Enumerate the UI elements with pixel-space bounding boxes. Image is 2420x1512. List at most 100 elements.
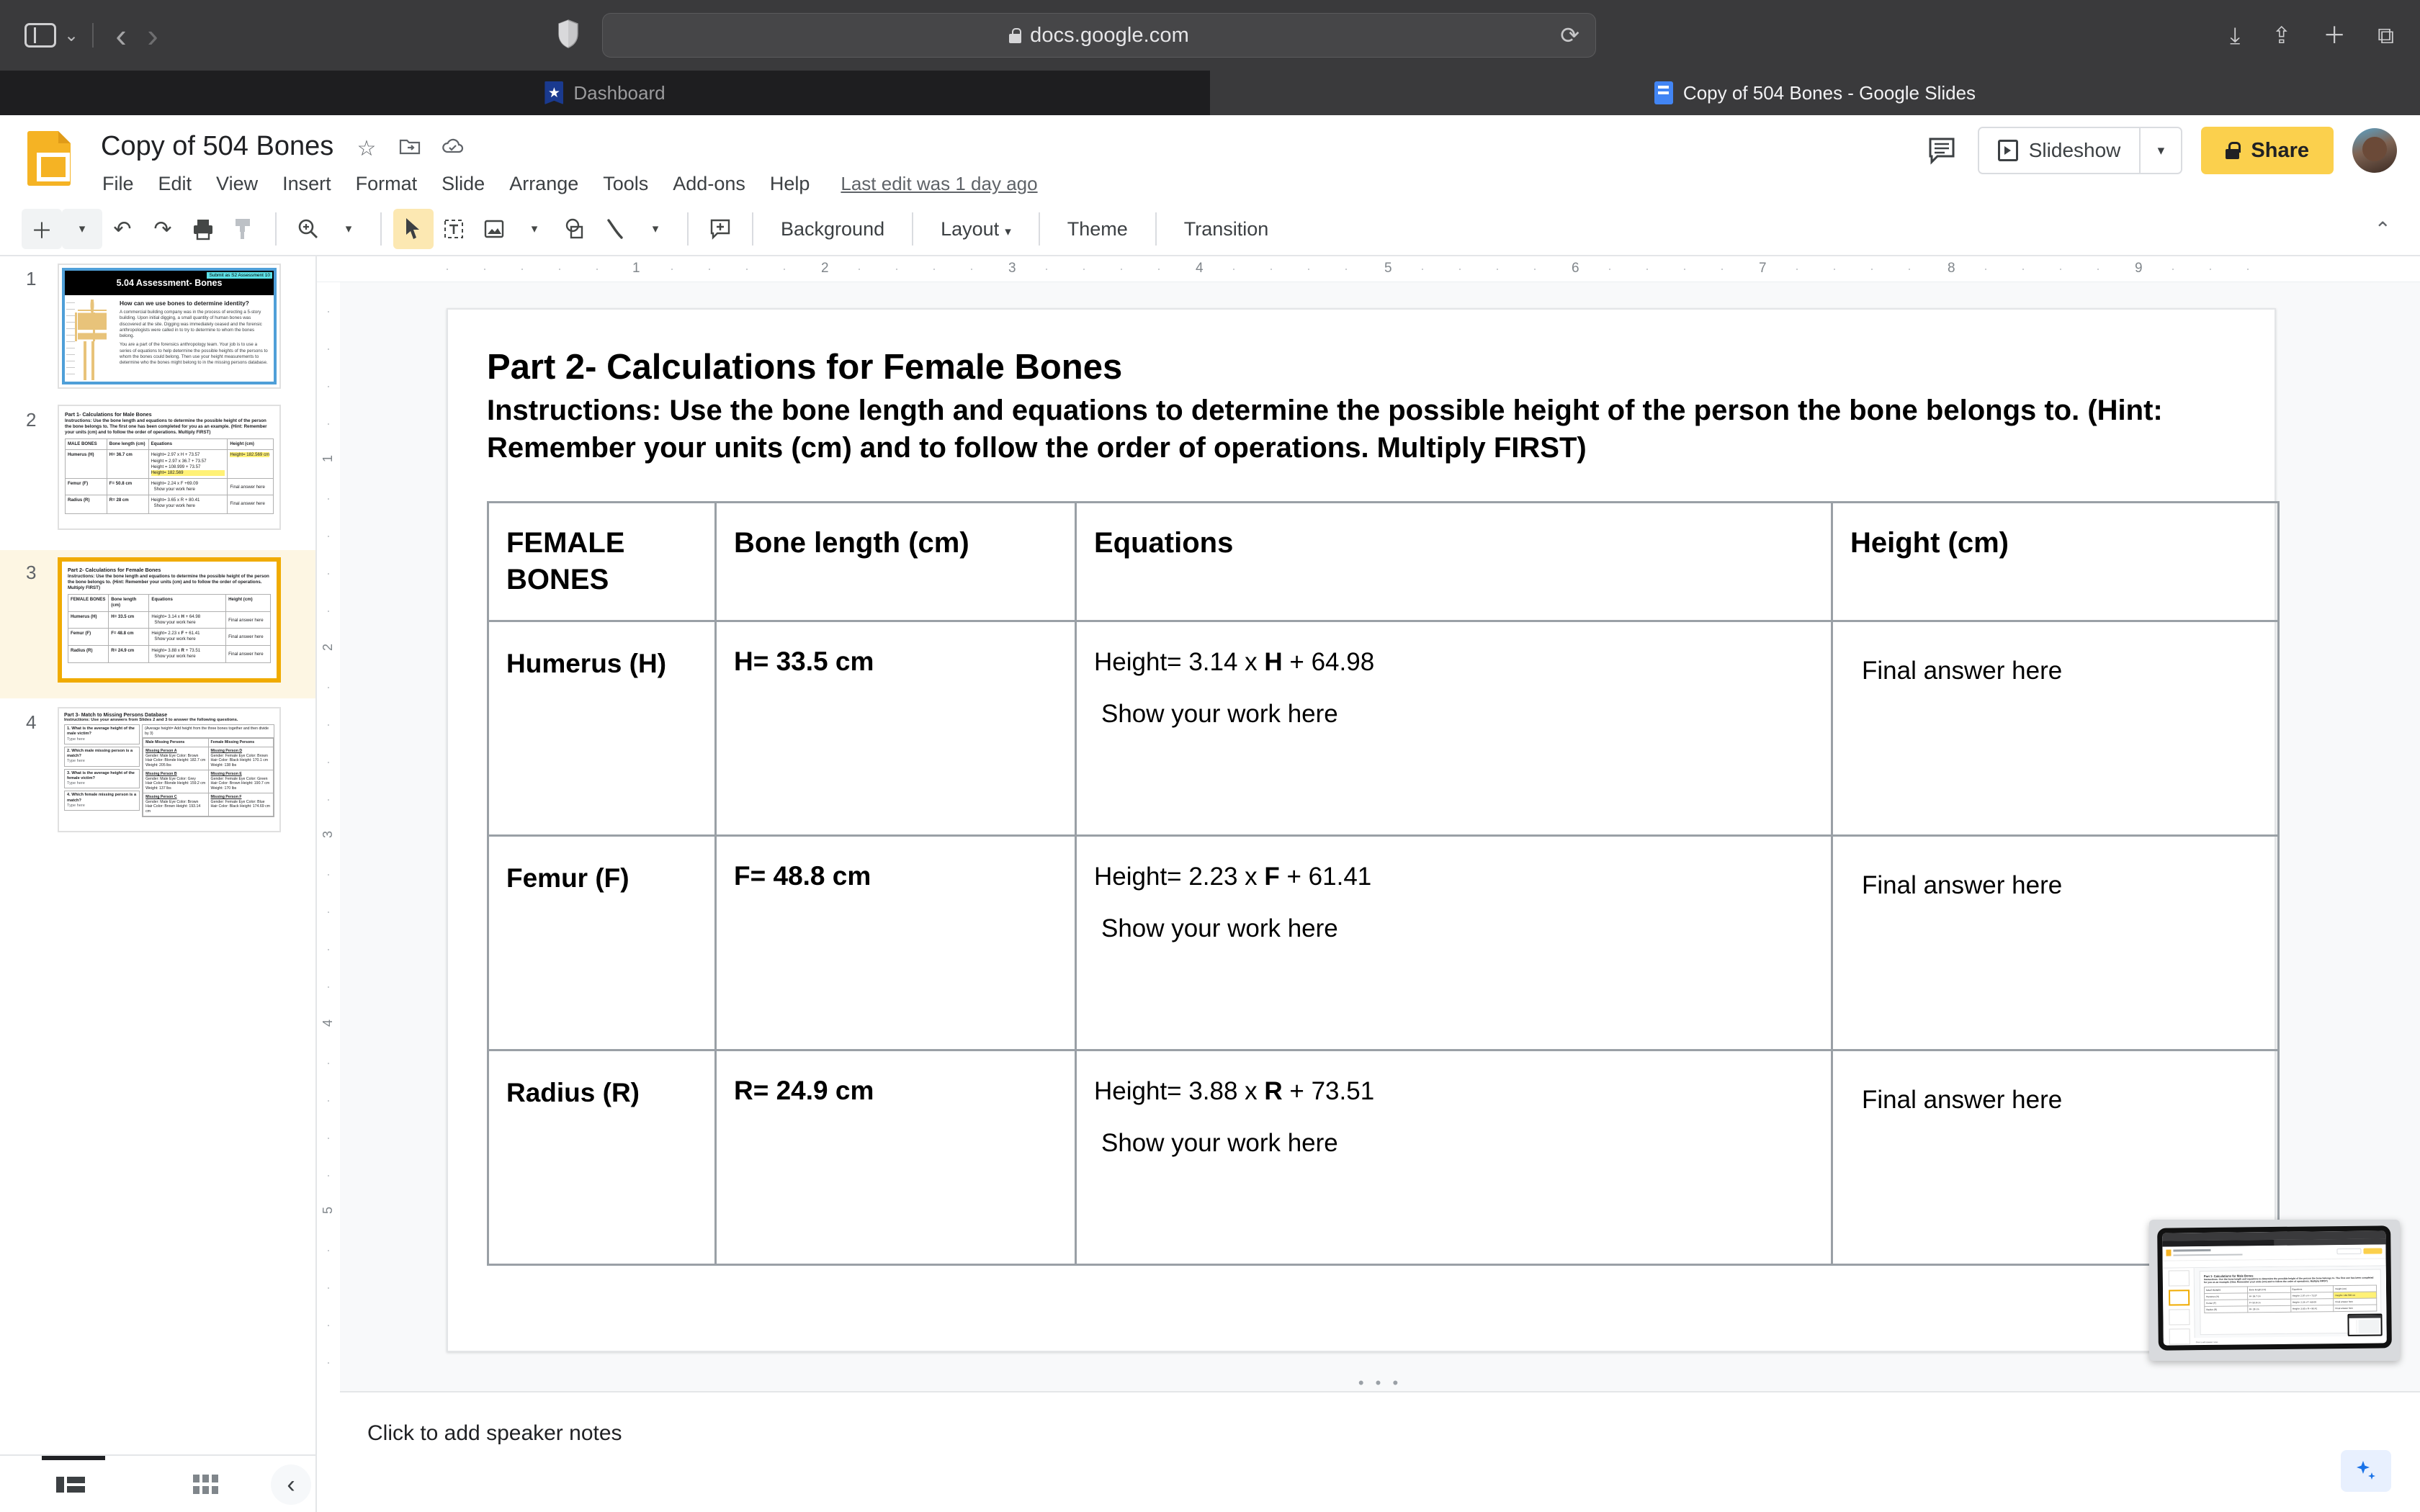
layout-button[interactable]: Layout ▾ [925, 218, 1027, 240]
collapse-filmstrip-icon[interactable]: ‹ [271, 1464, 311, 1505]
answer-placeholder[interactable]: Type here [67, 759, 137, 764]
back-button[interactable]: ‹ [105, 19, 137, 52]
comment-history-icon[interactable] [1919, 127, 1965, 174]
address-bar[interactable]: docs.google.com ⟳ [602, 13, 1596, 58]
share-button[interactable]: Share [2201, 127, 2334, 174]
zoom-icon[interactable] [288, 209, 328, 249]
cell-show-work[interactable]: Show your work here [1094, 1129, 1814, 1158]
slide-thumbnail-selected[interactable]: Part 2- Calculations for Female Bones In… [58, 557, 281, 683]
cell-final-answer[interactable]: Final answer here [1850, 638, 2260, 685]
table-row[interactable]: Radius (R) R= 24.9 cm Height= 3.88 x R +… [487, 1049, 2280, 1266]
speaker-notes-placeholder[interactable]: Click to add speaker notes [367, 1421, 622, 1446]
tab-dashboard[interactable]: ★ Dashboard [0, 71, 1210, 115]
collapse-toolbar-icon[interactable]: ⌃ [2375, 217, 2391, 241]
shield-icon[interactable] [557, 19, 579, 52]
share-icon[interactable]: ⇪ [2272, 24, 2291, 47]
slide-canvas[interactable]: Part 2- Calculations for Female Bones In… [340, 282, 2420, 1454]
menu-slide[interactable]: Slide [429, 170, 497, 198]
shape-icon[interactable] [555, 209, 595, 249]
slide-instructions[interactable]: Instructions: Use the bone length and eq… [487, 392, 2236, 467]
add-comment-icon[interactable] [700, 209, 740, 249]
cursor-select-icon[interactable] [393, 209, 434, 249]
theme-button[interactable]: Theme [1052, 218, 1144, 240]
line-dropdown-icon[interactable]: ▾ [635, 209, 676, 249]
redo-icon[interactable]: ↷ [143, 209, 183, 249]
slide-thumbnail[interactable]: 5.04 Assessment- Bones Submit as S2 Asse… [58, 264, 281, 389]
slideshow-button[interactable]: Slideshow [1978, 128, 2140, 173]
avatar[interactable] [2352, 128, 2397, 173]
divider [1038, 212, 1040, 246]
slideshow-dropdown-icon[interactable]: ▾ [2139, 128, 2182, 173]
transition-button[interactable]: Transition [1168, 218, 1285, 240]
new-slide-dropdown-icon[interactable]: ▾ [62, 209, 102, 249]
notes-drag-handle[interactable]: • • • [1358, 1374, 1402, 1392]
table-row[interactable]: Humerus (H) H= 33.5 cm Height= 3.14 x H … [487, 620, 2280, 837]
move-to-folder-icon[interactable] [398, 137, 422, 161]
td-bone: Humerus (H) [71, 613, 97, 619]
reload-icon[interactable]: ⟳ [1560, 22, 1579, 49]
menu-view[interactable]: View [204, 170, 270, 198]
tab-google-slides[interactable]: Copy of 504 Bones - Google Slides [1210, 71, 2420, 115]
table-row[interactable]: Femur (F) F= 48.8 cm Height= 2.23 x F + … [487, 834, 2280, 1052]
new-tab-icon[interactable]: ＋ [2323, 24, 2346, 47]
answer-placeholder[interactable]: Type here [67, 737, 137, 742]
answer-placeholder[interactable]: Type here [67, 804, 137, 809]
menu-addons[interactable]: Add-ons [660, 170, 758, 198]
cell-final-answer[interactable]: Final answer here [1850, 1067, 2260, 1115]
header-height: Height (cm) [1831, 500, 2280, 623]
filmstrip-view-icon[interactable] [56, 1475, 85, 1500]
undo-icon[interactable]: ↶ [102, 209, 143, 249]
filmstrip-slide-4[interactable]: 4 Part 3- Match to Missing Persons Datab… [0, 698, 315, 850]
sidebar-toggle-icon[interactable] [24, 23, 56, 48]
print-icon[interactable] [183, 209, 223, 249]
image-dropdown-icon[interactable]: ▾ [514, 209, 555, 249]
menu-file[interactable]: File [101, 170, 146, 198]
text-box-icon[interactable] [434, 209, 474, 249]
menu-edit[interactable]: Edit [146, 170, 205, 198]
slide-thumbnail[interactable]: Part 1- Calculations for Male Bones Inst… [58, 405, 281, 530]
cell-show-work[interactable]: Show your work here [1094, 700, 1814, 729]
sidebar-dropdown-icon[interactable]: ⌄ [62, 25, 81, 46]
slide-thumbnail[interactable]: Part 3- Match to Missing Persons Databas… [58, 707, 281, 832]
menu-arrange[interactable]: Arrange [497, 170, 591, 198]
background-button[interactable]: Background [765, 218, 900, 240]
last-edit-link[interactable]: Last edit was 1 day ago [841, 173, 1037, 195]
line-icon[interactable] [595, 209, 635, 249]
bones-table[interactable]: FEMALE BONES Bone length (cm) Equations … [487, 500, 2280, 1266]
download-icon[interactable]: ⤓ [2230, 24, 2240, 47]
pip-slides-logo-icon [2166, 1249, 2172, 1256]
cell-show-work[interactable]: Show your work here [1094, 914, 1814, 943]
new-slide-button[interactable]: ＋ [22, 209, 62, 249]
tab-overview-icon[interactable]: ⧉ [2378, 24, 2394, 47]
cell-bone-name: Femur (F) [506, 863, 629, 894]
table-row: MALE BONES Bone length (cm) Equations He… [65, 438, 274, 451]
thumb4-title: Part 3- Match to Missing Persons Databas… [64, 713, 168, 718]
current-slide[interactable]: Part 2- Calculations for Female Bones In… [447, 308, 2280, 1352]
zoom-dropdown-icon[interactable]: ▾ [328, 209, 369, 249]
active-view-indicator [42, 1456, 105, 1460]
explore-sparkle-icon[interactable] [2341, 1450, 2391, 1492]
menu-tools[interactable]: Tools [591, 170, 660, 198]
paint-format-icon[interactable] [223, 209, 264, 249]
cell-final-answer[interactable]: Final answer here [1850, 852, 2260, 900]
filmstrip-slide-2[interactable]: 2 Part 1- Calculations for Male Bones In… [0, 397, 315, 550]
document-title[interactable]: Copy of 504 Bones [101, 131, 333, 162]
forward-button[interactable]: › [137, 19, 169, 52]
image-icon[interactable] [474, 209, 514, 249]
slide-filmstrip[interactable]: 1 5.04 Assessment- Bones Submit as S2 As… [0, 256, 317, 1454]
speaker-notes-pane[interactable]: Click to add speaker notes [340, 1391, 2420, 1512]
slide-number: 3 [26, 562, 37, 583]
filmstrip-slide-3[interactable]: 3 Part 2- Calculations for Female Bones … [0, 550, 315, 698]
menu-format[interactable]: Format [344, 170, 430, 198]
slide-title[interactable]: Part 2- Calculations for Female Bones [487, 347, 2236, 389]
star-icon[interactable]: ☆ [354, 137, 379, 161]
thumb1-heading: How can we use bones to determine identi… [120, 300, 249, 307]
menu-help[interactable]: Help [758, 170, 823, 198]
filmstrip-slide-1[interactable]: 1 5.04 Assessment- Bones Submit as S2 As… [0, 256, 315, 397]
screen-share-preview[interactable]: Part 1- Calculations for Male Bones Inst… [2149, 1220, 2400, 1361]
menu-insert[interactable]: Insert [270, 170, 344, 198]
grid-view-icon[interactable] [193, 1475, 219, 1498]
answer-placeholder[interactable]: Type here [67, 781, 137, 786]
cloud-saved-icon[interactable] [441, 137, 465, 161]
td-length: H= 36.7 cm [109, 452, 133, 458]
